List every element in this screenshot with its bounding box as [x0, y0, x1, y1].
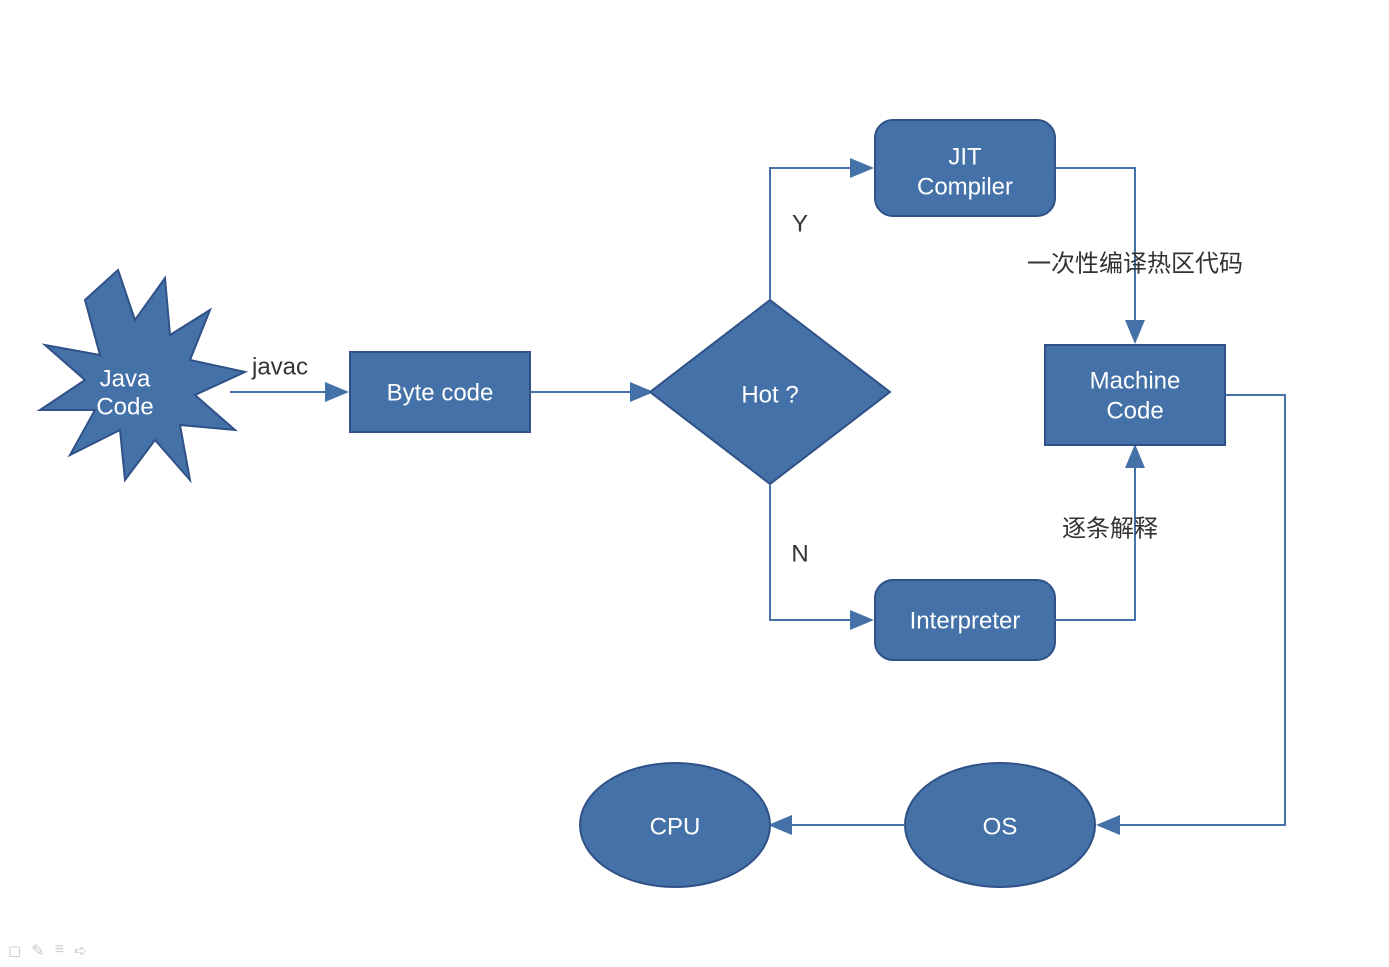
node-cpu: CPU: [580, 763, 770, 887]
node-machine-code: Machine Code: [1045, 345, 1225, 445]
node-jit-compiler: JIT Compiler: [875, 120, 1055, 216]
os-label: OS: [983, 813, 1018, 840]
cpu-label: CPU: [650, 813, 701, 840]
arrow-machine-os: [1100, 395, 1285, 825]
pointer-icon: ◻: [8, 941, 21, 961]
machine-code-label-2: Code: [1106, 397, 1163, 424]
label-interpret-each: 逐条解释: [1062, 515, 1158, 542]
arrow-hot-interpreter: [770, 484, 870, 620]
list-icon: ≡: [55, 941, 64, 961]
node-java-code: Java Code: [40, 270, 245, 480]
footer-tool-icons: ◻ ✎ ≡ ➪: [8, 941, 87, 961]
label-compile-all: 一次性编译热区代码: [1027, 250, 1243, 277]
byte-code-label: Byte code: [387, 379, 494, 406]
arrow-hot-jit: [770, 168, 870, 300]
node-os: OS: [905, 763, 1095, 887]
interpreter-label: Interpreter: [910, 607, 1021, 634]
label-javac: javac: [251, 353, 308, 380]
pencil-icon: ✎: [31, 941, 44, 961]
node-hot-decision: Hot ?: [650, 300, 890, 484]
java-code-label-1: Java: [100, 365, 151, 392]
diagram-canvas: Java Code javac Byte code Hot ? Y N JIT …: [0, 0, 1389, 967]
jit-label-1: JIT: [948, 143, 982, 170]
arrow-icon: ➪: [74, 941, 87, 961]
node-byte-code: Byte code: [350, 352, 530, 432]
machine-code-label-1: Machine: [1090, 367, 1181, 394]
jit-label-2: Compiler: [917, 173, 1013, 200]
hot-label: Hot ?: [741, 381, 798, 408]
java-code-label-2: Code: [96, 393, 153, 420]
node-interpreter: Interpreter: [875, 580, 1055, 660]
label-no: N: [791, 540, 808, 567]
label-yes: Y: [792, 210, 808, 237]
